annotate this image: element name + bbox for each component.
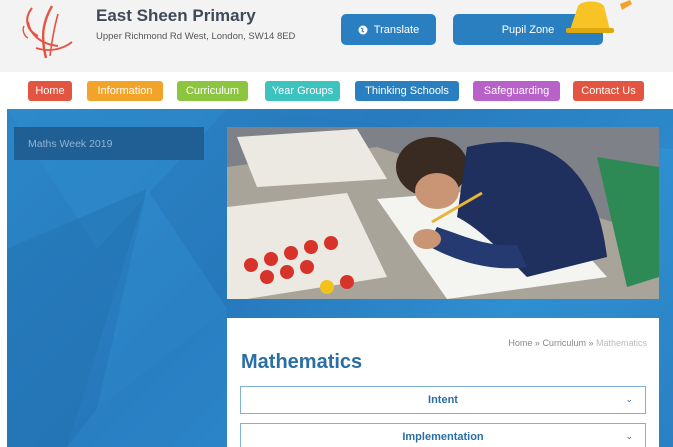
globe-icon <box>358 25 368 34</box>
breadcrumb: Home » Curriculum » Mathematics <box>508 338 647 348</box>
translate-label: Translate <box>373 23 420 36</box>
child-writing-photo <box>227 127 659 299</box>
school-logo-icon[interactable] <box>18 0 80 66</box>
page-title: Mathematics <box>241 351 363 373</box>
main-area: Maths Week 2019 Home » Curriculum » Math… <box>7 109 673 447</box>
nav-item-contact-us[interactable]: Contact Us <box>573 81 644 101</box>
nav-item-thinking-schools[interactable]: Thinking Schools <box>355 81 459 101</box>
school-address: Upper Richmond Rd West, London, SW14 8ED <box>96 31 296 42</box>
breadcrumb-current: Mathematics <box>595 338 647 348</box>
accordion-implementation[interactable]: Implementation ⌄ <box>240 423 646 447</box>
hero-photo <box>227 127 659 299</box>
pupil-zone-label: Pupil Zone <box>501 23 555 36</box>
nav-item-curriculum[interactable]: Curriculum <box>177 81 248 101</box>
nav-item-year-groups[interactable]: Year Groups <box>265 81 340 101</box>
breadcrumb-separator: » <box>585 338 596 348</box>
nav-item-safeguarding[interactable]: Safeguarding <box>473 81 560 101</box>
nav-item-home[interactable]: Home <box>28 81 72 101</box>
accordion-label: Implementation <box>402 431 484 443</box>
nav-item-information[interactable]: Information <box>87 81 163 101</box>
translate-button[interactable]: Translate <box>341 14 436 45</box>
breadcrumb-curriculum[interactable]: Curriculum <box>542 338 586 348</box>
content-card: Home » Curriculum » Mathematics Mathemat… <box>227 318 659 447</box>
sidebar-item-maths-week-2019[interactable]: Maths Week 2019 <box>14 127 204 160</box>
accordion-label: Intent <box>428 394 458 406</box>
site-header: East Sheen Primary Upper Richmond Rd Wes… <box>0 0 673 72</box>
chevron-down-icon: ⌄ <box>625 394 633 404</box>
breadcrumb-home[interactable]: Home <box>508 338 532 348</box>
chevron-down-icon: ⌄ <box>625 431 633 441</box>
school-bell-icon <box>566 0 632 33</box>
school-name[interactable]: East Sheen Primary <box>96 6 256 26</box>
breadcrumb-separator: » <box>532 338 543 348</box>
accordion-intent[interactable]: Intent ⌄ <box>240 386 646 414</box>
main-navigation: Home Information Curriculum Year Groups … <box>0 72 673 109</box>
